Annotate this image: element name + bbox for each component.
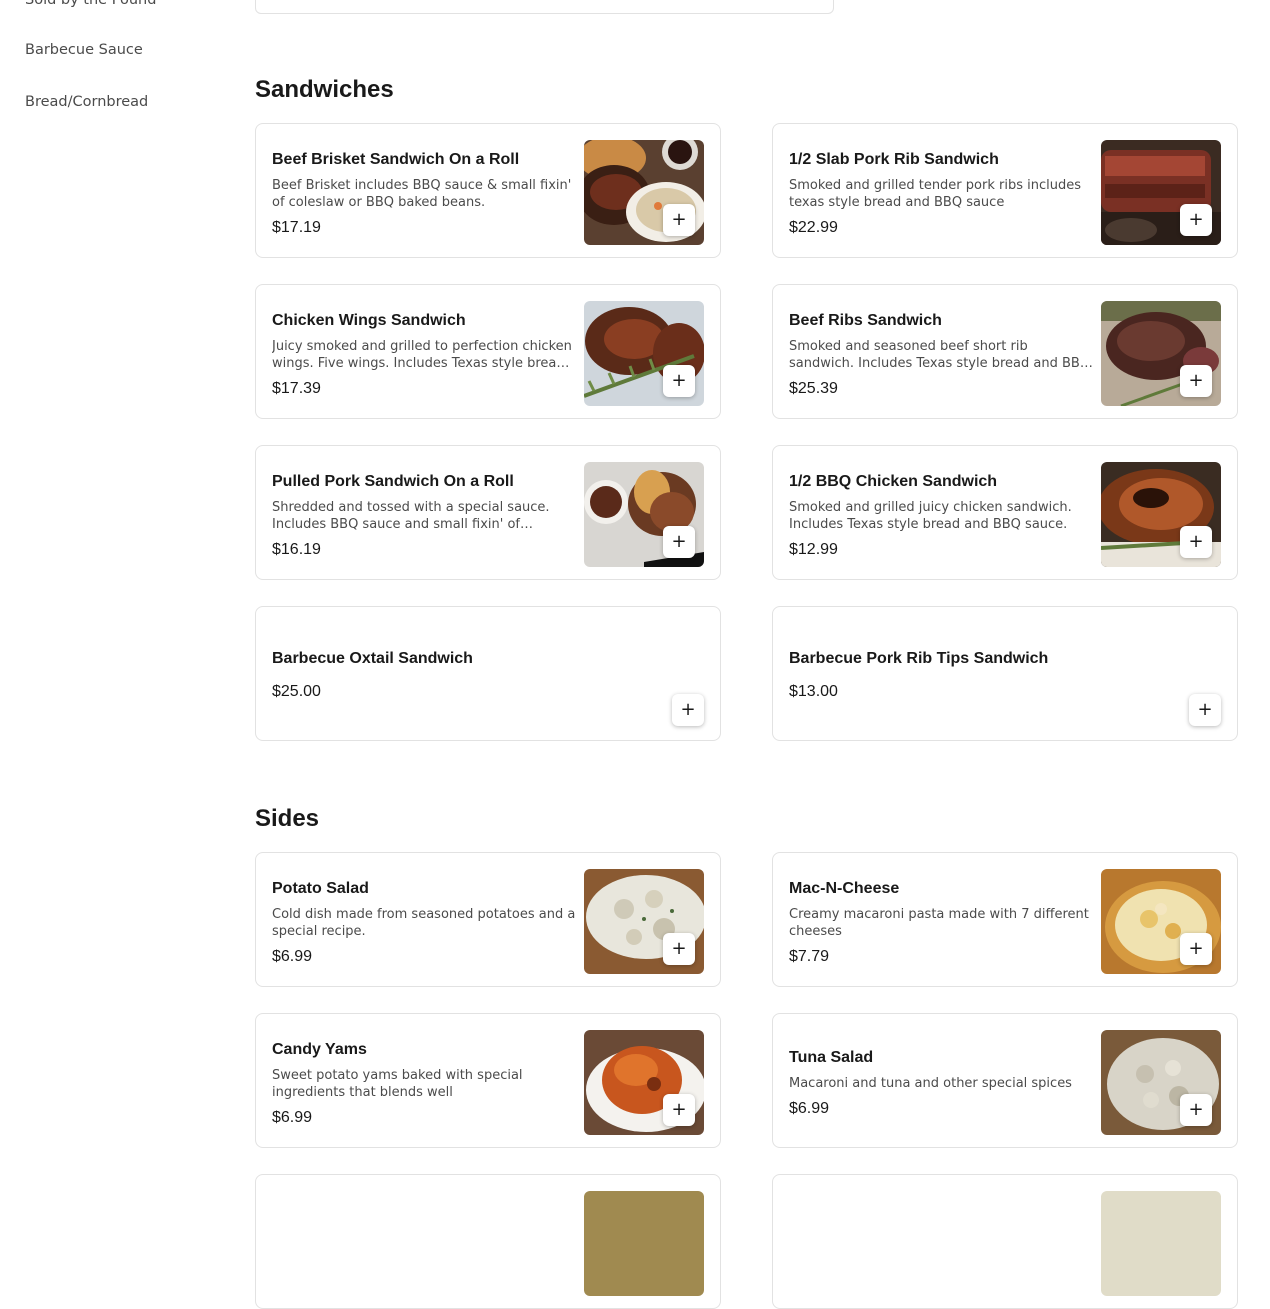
menu-item-card[interactable] xyxy=(772,1174,1238,1309)
item-name: Pulled Pork Sandwich On a Roll xyxy=(272,473,514,490)
plus-icon: + xyxy=(1188,531,1204,552)
add-to-cart-button[interactable]: + xyxy=(663,365,695,397)
add-to-cart-button[interactable]: + xyxy=(663,933,695,965)
menu-item-card[interactable]: 1/2 BBQ Chicken Sandwich Smoked and gril… xyxy=(772,445,1238,580)
item-name: Candy Yams xyxy=(272,1041,367,1058)
item-name: Beef Ribs Sandwich xyxy=(789,312,942,329)
plus-icon: + xyxy=(671,531,687,552)
section-title-sides: Sides xyxy=(255,805,320,832)
item-name: Barbecue Oxtail Sandwich xyxy=(272,650,473,667)
add-to-cart-button[interactable]: + xyxy=(1180,365,1212,397)
item-price: $6.99 xyxy=(272,948,313,965)
item-name: 1/2 BBQ Chicken Sandwich xyxy=(789,473,998,490)
plus-icon: + xyxy=(1197,699,1213,720)
menu-item-card[interactable]: 1/2 Slab Pork Rib Sandwich Smoked and gr… xyxy=(772,123,1238,258)
sidebar-item-barbecue-sauce[interactable]: Barbecue Sauce xyxy=(25,42,143,58)
item-price: $17.19 xyxy=(272,219,321,236)
item-price: $25.39 xyxy=(789,380,838,397)
section-title-sandwiches: Sandwiches xyxy=(255,76,394,103)
item-price: $22.99 xyxy=(789,219,838,236)
item-description: Juicy smoked and grilled to perfection c… xyxy=(272,339,572,371)
item-description: Smoked and grilled tender pork ribs incl… xyxy=(789,178,1081,210)
menu-item-card[interactable]: Tuna Salad Macaroni and tuna and other s… xyxy=(772,1013,1238,1148)
menu-item-card[interactable]: Barbecue Oxtail Sandwich $25.00 + xyxy=(255,606,721,741)
item-name: Chicken Wings Sandwich xyxy=(272,312,466,329)
add-to-cart-button[interactable]: + xyxy=(663,526,695,558)
side-item-photo xyxy=(584,1191,704,1296)
item-description: Creamy macaroni pasta made with 7 differ… xyxy=(789,907,1089,939)
item-price: $12.99 xyxy=(789,541,838,558)
item-price: $16.19 xyxy=(272,541,321,558)
menu-item-card[interactable]: Chicken Wings Sandwich Juicy smoked and … xyxy=(255,284,721,419)
add-to-cart-button[interactable]: + xyxy=(672,694,704,726)
add-to-cart-button[interactable]: + xyxy=(663,1094,695,1126)
add-to-cart-button[interactable]: + xyxy=(663,204,695,236)
item-price: $6.99 xyxy=(789,1100,830,1117)
add-to-cart-button[interactable]: + xyxy=(1180,1094,1212,1126)
item-description: Beef Brisket includes BBQ sauce & small … xyxy=(272,178,572,210)
item-description: Sweet potato yams baked with special ing… xyxy=(272,1068,523,1100)
item-name: Tuna Salad xyxy=(789,1049,874,1066)
item-price: $17.39 xyxy=(272,380,321,397)
item-description: Shredded and tossed with a special sauce… xyxy=(272,500,550,532)
add-to-cart-button[interactable]: + xyxy=(1180,526,1212,558)
plus-icon: + xyxy=(1188,1099,1204,1120)
add-to-cart-button[interactable]: + xyxy=(1180,204,1212,236)
menu-item-card[interactable] xyxy=(255,1174,721,1309)
menu-item-card[interactable]: Barbecue Pork Rib Tips Sandwich $13.00 + xyxy=(772,606,1238,741)
plus-icon: + xyxy=(671,938,687,959)
plus-icon: + xyxy=(671,1099,687,1120)
add-to-cart-button[interactable]: + xyxy=(1189,694,1221,726)
item-name: Barbecue Pork Rib Tips Sandwich xyxy=(789,650,1049,667)
item-description: Smoked and seasoned beef short rib sandw… xyxy=(789,339,1091,371)
menu-item-card[interactable]: Mac-N-Cheese Creamy macaroni pasta made … xyxy=(772,852,1238,987)
item-name: 1/2 Slab Pork Rib Sandwich xyxy=(789,151,999,168)
item-name: Potato Salad xyxy=(272,880,369,897)
plus-icon: + xyxy=(1188,209,1204,230)
menu-item-card[interactable]: Pulled Pork Sandwich On a Roll Shredded … xyxy=(255,445,721,580)
plus-icon: + xyxy=(1188,370,1204,391)
item-description: Smoked and grilled juicy chicken sandwic… xyxy=(789,500,1072,532)
item-price: $13.00 xyxy=(789,683,838,700)
item-name: Beef Brisket Sandwich On a Roll xyxy=(272,151,520,168)
plus-icon: + xyxy=(671,209,687,230)
add-to-cart-button[interactable]: + xyxy=(1180,933,1212,965)
menu-item-card[interactable]: Potato Salad Cold dish made from seasone… xyxy=(255,852,721,987)
sidebar-item-sold-by-the-pound[interactable]: Sold by the Pound xyxy=(25,0,156,8)
item-description: Macaroni and tuna and other special spic… xyxy=(789,1076,1072,1091)
plus-icon: + xyxy=(1188,938,1204,959)
side-item-photo xyxy=(1101,1191,1221,1296)
item-name: Mac-N-Cheese xyxy=(789,880,900,897)
plus-icon: + xyxy=(671,370,687,391)
item-price: $25.00 xyxy=(272,683,321,700)
item-price: $7.79 xyxy=(789,948,830,965)
sidebar-item-bread-cornbread[interactable]: Bread/Cornbread xyxy=(25,94,148,110)
item-description: Cold dish made from seasoned potatoes an… xyxy=(272,907,576,939)
previous-section-card[interactable] xyxy=(255,0,834,14)
menu-item-card[interactable]: Beef Ribs Sandwich Smoked and seasoned b… xyxy=(772,284,1238,419)
item-price: $6.99 xyxy=(272,1109,313,1126)
plus-icon: + xyxy=(680,699,696,720)
menu-item-card[interactable]: Candy Yams Sweet potato yams baked with … xyxy=(255,1013,721,1148)
menu-item-card[interactable]: Beef Brisket Sandwich On a Roll Beef Bri… xyxy=(255,123,721,258)
